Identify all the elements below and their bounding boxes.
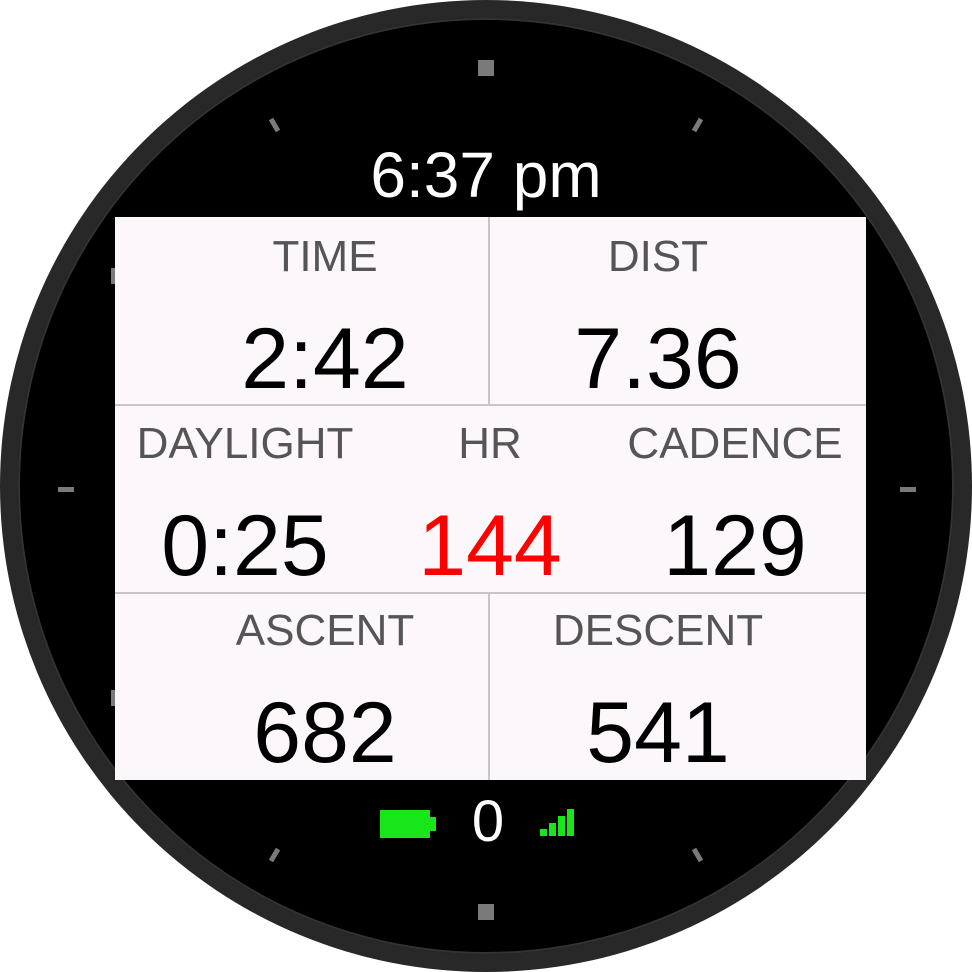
signal-bar-4 [567,809,574,836]
field-dist-value: 7.36 [574,311,742,407]
tick-12 [478,60,494,76]
divider-row-1 [115,404,866,406]
field-daylight-label: DAYLIGHT [136,419,354,468]
field-descent-label: DESCENT [552,606,764,655]
tick-6 [478,904,494,920]
notification-count: 0 [471,789,505,854]
field-cadence: CADENCE 129 [610,419,860,594]
field-cadence-value: 129 [663,498,807,594]
data-fields-panel: TIME 2:42 DIST 7.36 DAYLIGHT 0:25 HR 144… [115,217,866,780]
battery-tip [430,817,436,831]
field-ascent-value: 682 [253,685,397,781]
field-time: TIME 2:42 [155,232,495,407]
field-cadence-label: CADENCE [627,419,843,468]
field-descent: DESCENT 541 [488,606,828,781]
field-hr-label: HR [458,419,522,468]
field-ascent-label: ASCENT [235,606,415,655]
signal-bar-2 [549,823,556,836]
field-time-value: 2:42 [241,311,409,407]
tick-3 [900,487,916,492]
signal-bar-1 [540,829,547,836]
field-dist: DIST 7.36 [488,232,828,407]
field-ascent: ASCENT 682 [155,606,495,781]
field-descent-value: 541 [586,685,730,781]
field-dist-label: DIST [607,232,709,281]
field-hr-value: 144 [418,498,562,594]
field-time-label: TIME [272,232,378,281]
battery-full-icon [380,810,430,838]
tick-9 [58,487,74,492]
signal-bar-3 [558,816,565,836]
field-hr: HR 144 [380,419,600,594]
field-daylight: DAYLIGHT 0:25 [115,419,375,594]
field-daylight-value: 0:25 [161,498,329,594]
clock-time: 6:37 pm [370,139,602,211]
